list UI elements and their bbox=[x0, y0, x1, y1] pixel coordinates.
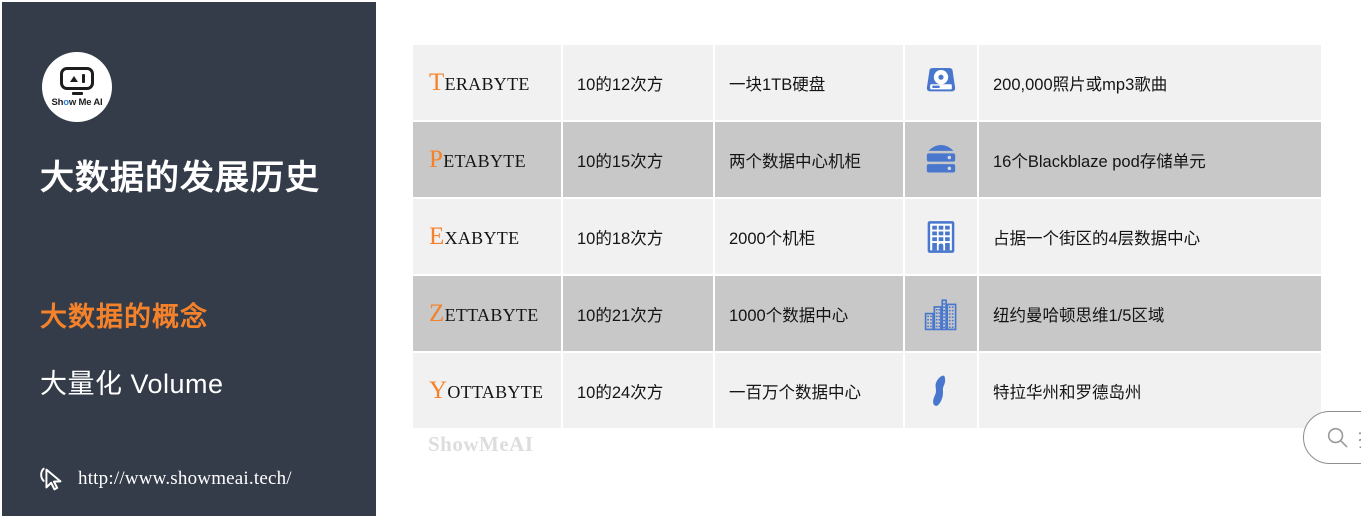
cell-description: 纽约曼哈顿思维1/5区域 bbox=[979, 276, 1321, 351]
cell-equivalent: 一块1TB硬盘 bbox=[715, 45, 903, 120]
office-building-icon bbox=[921, 217, 961, 257]
byte-scale-table: TERABYTE 10的12次方 一块1TB硬盘 200,000照片或mp3歌曲… bbox=[413, 45, 1321, 430]
logo-wordmark: Show Me AI bbox=[52, 97, 103, 108]
cell-description: 特拉华州和罗德岛州 bbox=[979, 353, 1321, 428]
bar-icon bbox=[81, 74, 85, 83]
page-title: 大数据的发展历史 bbox=[40, 159, 320, 197]
cell-term: ZETTABYTE bbox=[413, 276, 561, 351]
term-rest: OTTABYTE bbox=[447, 381, 544, 402]
term-initial: Z bbox=[429, 299, 445, 327]
cell-term: TERABYTE bbox=[413, 45, 561, 120]
cell-power: 10的21次方 bbox=[563, 276, 713, 351]
cell-equivalent: 两个数据中心机柜 bbox=[715, 122, 903, 197]
term-rest: ERABYTE bbox=[444, 73, 530, 94]
term-label: ZETTABYTE bbox=[429, 300, 539, 328]
site-url-row[interactable]: http://www.showmeai.tech/ bbox=[38, 464, 292, 494]
cell-description: 200,000照片或mp3歌曲 bbox=[979, 45, 1321, 120]
term-rest: ETABYTE bbox=[443, 150, 526, 171]
wechat-search-bar[interactable]: 搜索｜微信 ShowMeAI 研究中心 bbox=[1303, 411, 1361, 464]
caret-icon bbox=[69, 75, 78, 82]
table-row: PETABYTE 10的15次方 两个数据中心机柜 16个Blackblaze … bbox=[413, 122, 1321, 197]
watermark-showmeai-bottom: ShowMeAI bbox=[428, 432, 534, 456]
cell-term: PETABYTE bbox=[413, 122, 561, 197]
term-initial: E bbox=[429, 222, 445, 250]
slide-root: Show Me AI 大数据的发展历史 大数据的概念 大量化 Volume ht… bbox=[0, 0, 1361, 518]
logo-word-show: Sh bbox=[51, 97, 64, 108]
showmeai-logo: Show Me AI bbox=[42, 52, 112, 122]
logo-word-meai: w Me AI bbox=[68, 97, 103, 108]
cell-power: 10的18次方 bbox=[563, 199, 713, 274]
logo-stem bbox=[71, 92, 83, 95]
cell-icon bbox=[905, 199, 977, 274]
term-rest: ETTABYTE bbox=[444, 304, 539, 325]
cell-power: 10的12次方 bbox=[563, 45, 713, 120]
server-stack-icon bbox=[921, 140, 961, 180]
cell-equivalent: 2000个机柜 bbox=[715, 199, 903, 274]
section-subtitle-orange: 大数据的概念 bbox=[40, 302, 208, 332]
search-icon bbox=[1327, 427, 1348, 448]
cell-description: 16个Blackblaze pod存储单元 bbox=[979, 122, 1321, 197]
cell-icon bbox=[905, 353, 977, 428]
cell-equivalent: 1000个数据中心 bbox=[715, 276, 903, 351]
cell-icon bbox=[905, 276, 977, 351]
cell-power: 10的24次方 bbox=[563, 353, 713, 428]
table-row: EXABYTE 10的18次方 2000个机柜 占据一个街区的4层数据中心 bbox=[413, 199, 1321, 274]
cell-icon bbox=[905, 45, 977, 120]
cell-description: 占据一个街区的4层数据中心 bbox=[979, 199, 1321, 274]
table-row: TERABYTE 10的12次方 一块1TB硬盘 200,000照片或mp3歌曲 bbox=[413, 45, 1321, 120]
cell-term: YOTTABYTE bbox=[413, 353, 561, 428]
term-initial: P bbox=[429, 145, 444, 173]
term-label: TERABYTE bbox=[429, 69, 530, 97]
cell-icon bbox=[905, 122, 977, 197]
term-label: YOTTABYTE bbox=[429, 377, 543, 405]
term-rest: XABYTE bbox=[444, 227, 520, 248]
table-row: YOTTABYTE 10的24次方 一百万个数据中心 特拉华州和罗德岛州 bbox=[413, 353, 1321, 428]
section-subtitle-white: 大量化 Volume bbox=[40, 369, 224, 399]
term-label: EXABYTE bbox=[429, 223, 519, 251]
island-map-icon bbox=[921, 371, 961, 411]
cell-equivalent: 一百万个数据中心 bbox=[715, 353, 903, 428]
cursor-pointer-icon bbox=[40, 467, 62, 491]
term-initial: T bbox=[429, 68, 445, 96]
cell-term: EXABYTE bbox=[413, 199, 561, 274]
city-skyline-icon bbox=[921, 294, 961, 334]
table-row: ZETTABYTE 10的21次方 1000个数据中心 纽约曼哈顿思维1/5区域 bbox=[413, 276, 1321, 351]
site-url-text: http://www.showmeai.tech/ bbox=[78, 468, 292, 489]
term-initial: Y bbox=[429, 376, 448, 404]
hard-drive-icon bbox=[921, 63, 961, 103]
robot-face-icon bbox=[60, 67, 94, 90]
left-info-panel: Show Me AI 大数据的发展历史 大数据的概念 大量化 Volume ht… bbox=[0, 0, 378, 518]
term-label: PETABYTE bbox=[429, 146, 526, 174]
content-area: TERABYTE 10的12次方 一块1TB硬盘 200,000照片或mp3歌曲… bbox=[378, 0, 1361, 518]
cell-power: 10的15次方 bbox=[563, 122, 713, 197]
